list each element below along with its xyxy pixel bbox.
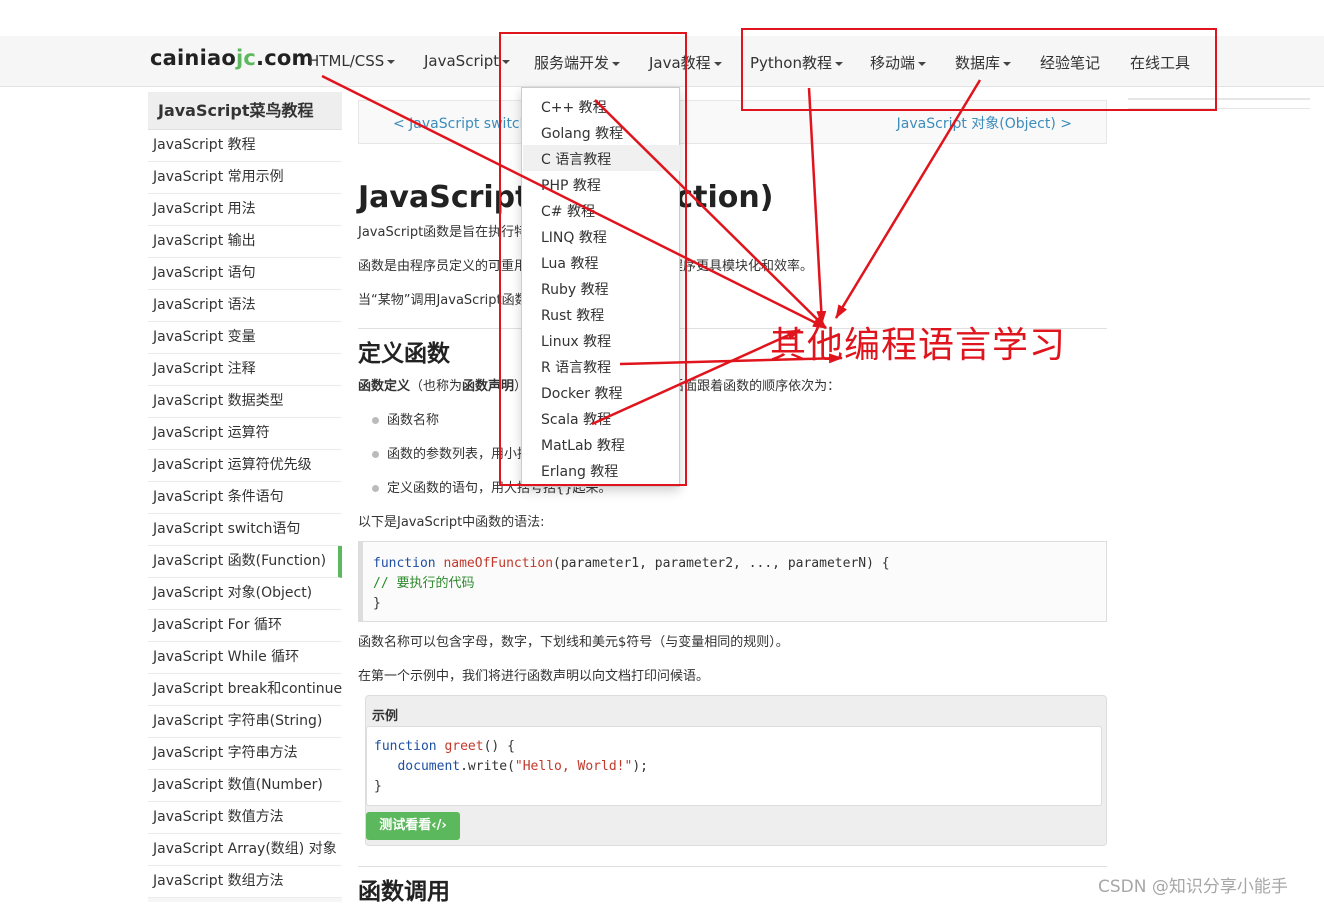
arrow-line xyxy=(321,74,827,330)
arrow-line xyxy=(807,87,827,325)
arrow-line xyxy=(594,99,827,329)
arrow-line xyxy=(591,328,801,426)
annotation-arrows xyxy=(321,74,982,426)
arrow-line xyxy=(834,79,982,319)
watermark: CSDN @知识分享小能手 xyxy=(1098,877,1288,897)
annotation-label: 其他编程语言学习 xyxy=(770,325,1067,366)
